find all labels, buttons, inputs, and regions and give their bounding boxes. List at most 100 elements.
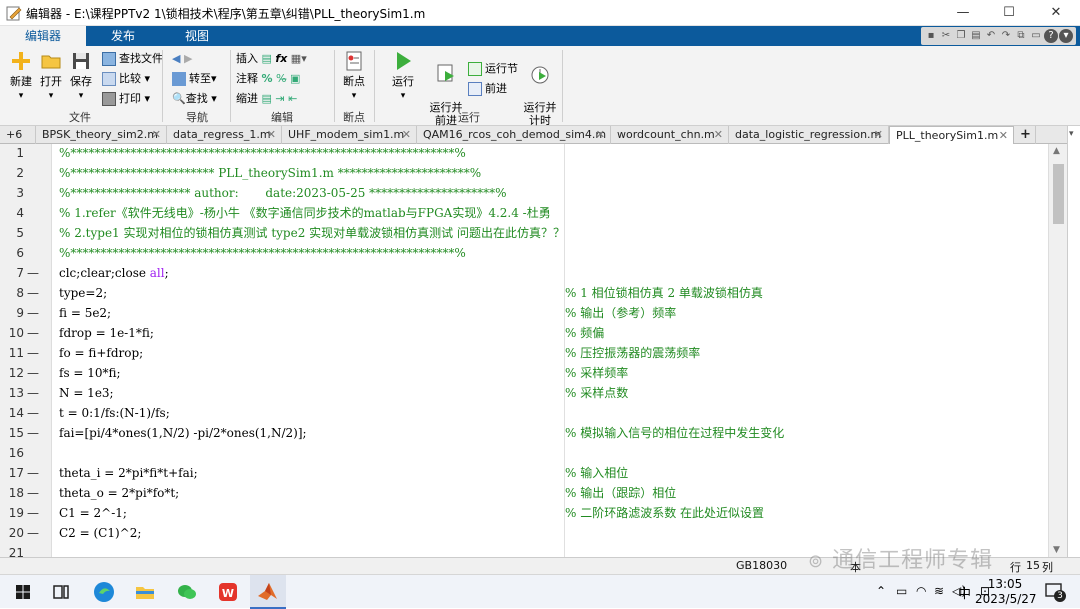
executable-marker[interactable]: — [27,523,39,543]
breakpoints-button[interactable]: 断点 ▾ [339,50,369,103]
executable-marker[interactable]: — [27,503,39,523]
code-line[interactable]: 5 % 2.type1 实现对相位的锁相仿真测试 type2 实现对单载波锁相仿真… [0,223,1052,243]
close-tab-icon[interactable]: ✕ [874,126,883,143]
help-icon[interactable]: ? [1044,29,1058,43]
code-line[interactable]: 2 %************************ PLL_theorySim… [0,163,1052,183]
windows-start-icon[interactable] [10,579,36,605]
comment-button[interactable]: 注释 % %̶ ▣ [236,70,300,88]
code-line[interactable]: 16 [0,443,1052,463]
code-line[interactable]: 3 %******************** author: date:2023… [0,183,1052,203]
copy-icon[interactable]: ❐ [954,29,968,43]
find-files-button[interactable]: 查找文件 [102,50,163,68]
cut-icon[interactable]: ✂ [939,29,953,43]
goto-button[interactable]: 转至▾ [172,70,217,88]
tab-editor[interactable]: 编辑器 [0,26,86,46]
executable-marker[interactable]: — [27,463,39,483]
wifi-icon[interactable]: ≋ [934,584,944,598]
indent-decrease-icon[interactable]: ⇤ [288,92,297,105]
tab-overflow[interactable]: +6 [0,126,36,144]
close-button[interactable]: ✕ [1033,0,1079,26]
fx-icon[interactable]: fx [275,52,287,65]
collapse-panel-icon[interactable]: ▾ [1069,129,1074,139]
network-icon[interactable]: ◠ [916,584,926,598]
indent-increase-icon[interactable]: ⇥ [275,92,284,105]
wrap-comment-icon[interactable]: ▣ [290,72,300,85]
close-tab-icon[interactable]: ✕ [596,126,605,143]
layout-icon[interactable]: ▭ [1029,29,1043,43]
find-button[interactable]: 🔍查找 ▾ [172,90,217,108]
battery-icon[interactable]: ▭ [896,584,907,598]
code-line[interactable]: 19— C1 = 2^-1; % 二阶环路滤波系数 在此处近似设置 [0,503,1052,523]
ime-indicator[interactable]: 中 [958,583,971,602]
save-button[interactable]: 保存 ▾ [66,50,96,103]
print-button[interactable]: 打印 ▾ [102,90,150,108]
forward-arrow-icon[interactable]: ▶ [184,52,192,65]
close-tab-icon[interactable]: ✕ [402,126,411,143]
paste-icon[interactable]: ▤ [969,29,983,43]
doc-tab[interactable]: UHF_modem_sim1.m ✕ [282,126,417,144]
code-area[interactable]: 1 %**************************************… [0,144,1052,557]
code-line[interactable]: 6 %**************************************… [0,243,1052,263]
wechat-app-icon[interactable] [174,579,200,605]
code-line[interactable]: 1 %**************************************… [0,144,1052,163]
tab-publish[interactable]: 发布 [86,26,160,46]
indent-button[interactable]: 缩进 ▤ ⇥ ⇤ [236,90,297,108]
code-line[interactable]: 20— C2 = (C1)^2; [0,523,1052,543]
doc-tab[interactable]: wordcount_chn.m ✕ [611,126,729,144]
code-line[interactable]: 7— clc;clear;close all; [0,263,1052,283]
insert-function-icon[interactable]: ▦▾ [291,52,307,65]
code-line[interactable]: 12— fs = 10*fi; % 采样频率 [0,363,1052,383]
code-line[interactable]: 9— fi = 5e2; % 输出（参考）频率 [0,303,1052,323]
scroll-down-icon[interactable]: ▼ [1053,545,1060,555]
doc-tab[interactable]: data_regress_1.m ✕ [167,126,282,144]
edge-browser-icon[interactable] [91,579,117,605]
open-button[interactable]: 打开 ▾ [36,50,66,103]
add-tab-button[interactable]: + [1014,126,1036,144]
code-line[interactable]: 8— type=2; % 1 相位锁相仿真 2 单载波锁相仿真 [0,283,1052,303]
back-forward-buttons[interactable]: ◀ ▶ [172,50,192,68]
executable-marker[interactable]: — [27,303,39,323]
executable-marker[interactable]: — [27,383,39,403]
executable-marker[interactable]: — [27,343,39,363]
code-line[interactable]: 14— t = 0:1/fs:(N-1)/fs; [0,403,1052,423]
uncomment-icon[interactable]: %̶ [276,72,286,85]
doc-tab[interactable]: BPSK_theory_sim2.m ✕ [36,126,167,144]
maximize-button[interactable]: ☐ [986,0,1032,26]
code-editor[interactable]: 1 %**************************************… [0,144,1067,557]
notification-center-icon[interactable]: 3 [1044,581,1066,602]
code-line[interactable]: 18— theta_o = 2*pi*fo*t; % 输出（跟踪）相位 [0,483,1052,503]
close-tab-icon[interactable]: ✕ [714,126,723,143]
scroll-up-icon[interactable]: ▲ [1053,146,1060,156]
switch-window-icon[interactable]: ⧉ [1014,29,1028,43]
task-view-icon[interactable] [48,579,74,605]
close-tab-icon[interactable]: ✕ [152,126,161,143]
doc-tab-active[interactable]: PLL_theorySim1.m ✕ [889,126,1014,145]
redo-icon[interactable]: ↷ [999,29,1013,43]
code-line[interactable]: 4 % 1.refer《软件无线电》-杨小牛 《数字通信同步技术的matlab与F… [0,203,1052,223]
executable-marker[interactable]: — [27,483,39,503]
executable-marker[interactable]: — [27,263,39,283]
matlab-icon[interactable] [255,579,281,605]
executable-marker[interactable]: — [27,423,39,443]
executable-marker[interactable]: — [27,283,39,303]
doc-tab[interactable]: QAM16_rcos_coh_demod_sim4.m ✕ [417,126,611,144]
back-arrow-icon[interactable]: ◀ [172,52,180,65]
tab-view[interactable]: 视图 [160,26,234,46]
doc-tab[interactable]: data_logistic_regression.m ✕ [729,126,889,144]
insert-button[interactable]: 插入 ▤ fx ▦▾ [236,50,307,68]
code-line[interactable]: 15— fai=[pi/4*ones(1,N/2) -pi/2*ones(1,N/… [0,423,1052,443]
clock[interactable]: 13:05 2023/5/27 [975,577,1037,607]
tray-expand-icon[interactable]: ⌃ [876,584,886,598]
code-line[interactable]: 17— theta_i = 2*pi*fi*t+fai; % 输入相位 [0,463,1052,483]
smart-indent-icon[interactable]: ▤ [262,92,272,105]
save-icon[interactable]: ▪ [924,29,938,43]
code-line[interactable]: 10— fdrop = 1e-1*fi; % 频偏 [0,323,1052,343]
code-line[interactable]: 11— fo = fi+fdrop; % 压控振荡器的震荡频率 [0,343,1052,363]
dropdown-icon[interactable]: ▾ [1059,29,1073,43]
vertical-scrollbar[interactable]: ▲ ▼ [1048,144,1067,557]
undo-icon[interactable]: ↶ [984,29,998,43]
advance-button[interactable]: 前进 [468,80,507,98]
new-button[interactable]: 新建 ▾ [6,50,36,103]
scrollbar-thumb[interactable] [1053,164,1064,224]
executable-marker[interactable]: — [27,323,39,343]
